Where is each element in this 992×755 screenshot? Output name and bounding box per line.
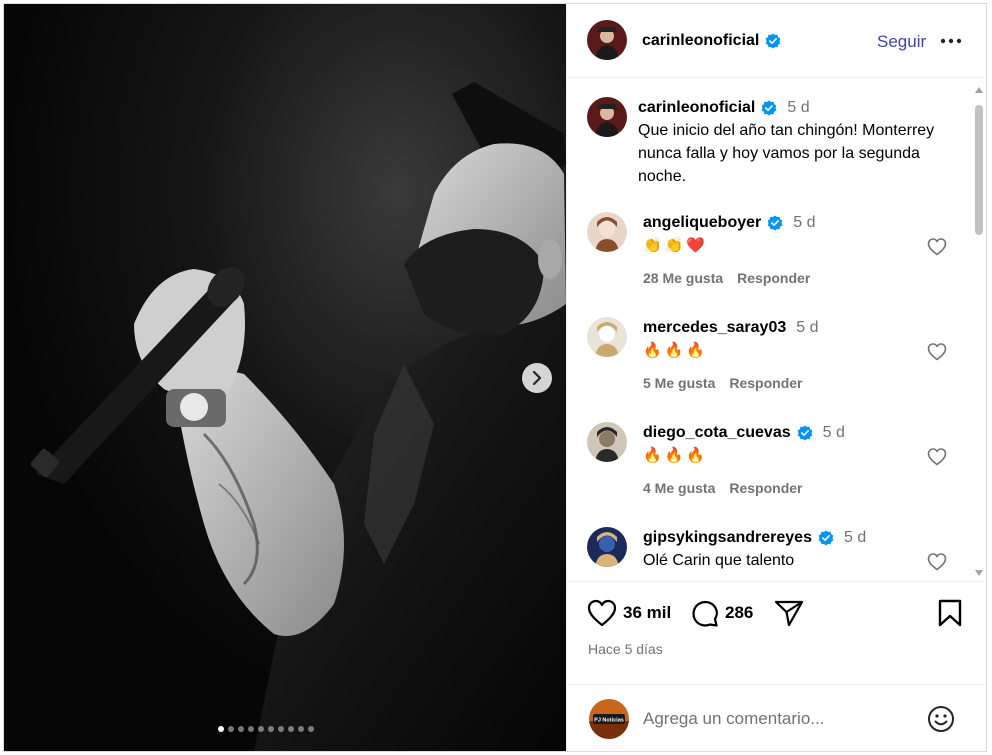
carousel-dot [218, 726, 224, 732]
comment-time[interactable]: 5 d [793, 214, 815, 232]
follow-button[interactable]: Seguir [877, 32, 926, 52]
commenter-username[interactable]: gipsykingsandrereyes [643, 529, 812, 547]
caption-text: Que inicio del año tan chingón! Monterre… [638, 122, 935, 185]
comment-item: angeliqueboyer 5 d 👏👏❤️ 28 Me gusta Resp… [587, 212, 957, 312]
scroll-up-arrow-icon[interactable] [974, 85, 984, 95]
comments-count[interactable]: 286 [725, 603, 753, 623]
comment-item: mercedes_saray03 5 d 🔥🔥🔥 5 Me gusta Resp… [587, 317, 957, 417]
bookmark-icon[interactable] [938, 599, 962, 627]
caption-time[interactable]: 5 d [787, 99, 809, 117]
verified-badge-icon [797, 425, 812, 441]
carousel-dot [248, 726, 254, 732]
comment-likes[interactable]: 5 Me gusta [643, 375, 715, 391]
verified-badge-icon [762, 100, 777, 116]
verified-badge-icon [818, 530, 834, 546]
comment-text: 👏👏❤️ [643, 237, 709, 254]
chevron-right-icon [532, 371, 542, 385]
comment-like-heart-icon[interactable] [927, 552, 947, 572]
comment-meta: 4 Me gusta Responder [643, 480, 802, 496]
avatar-brand-text: PJ Noticias [594, 718, 624, 724]
author-username[interactable]: carinleonoficial [642, 32, 781, 50]
add-comment-bar: PJ Noticias [567, 684, 986, 751]
comment-meta: 28 Me gusta Responder [643, 270, 810, 286]
commenter-username[interactable]: angeliqueboyer [643, 214, 761, 232]
commenter-avatar[interactable] [587, 212, 627, 252]
comment-like-heart-icon[interactable] [927, 447, 947, 467]
author-username-text[interactable]: carinleonoficial [642, 32, 759, 50]
scroll-down-arrow-icon[interactable] [974, 568, 984, 578]
caption-head: carinleonoficial 5 d [638, 99, 958, 117]
carousel-dot [268, 726, 274, 732]
carousel-dot [298, 726, 304, 732]
comment-like-heart-icon[interactable] [927, 237, 947, 257]
heart-icon[interactable] [587, 599, 617, 627]
comment-body: gipsykingsandrereyes 5 d Olé Carin que t… [643, 529, 923, 571]
post-side-panel: carinleonoficial Seguir carinleonoficial… [566, 4, 986, 751]
post-header: carinleonoficial Seguir [567, 4, 986, 78]
commenter-username[interactable]: mercedes_saray03 [643, 319, 786, 337]
commenter-avatar[interactable] [587, 527, 627, 567]
carousel-dot [288, 726, 294, 732]
caption-username[interactable]: carinleonoficial [638, 99, 755, 117]
post-dialog: carinleonoficial Seguir carinleonoficial… [3, 3, 987, 752]
comment-likes[interactable]: 4 Me gusta [643, 480, 715, 496]
carousel-dot [308, 726, 314, 732]
comments-list[interactable]: carinleonoficial 5 d Que inicio del año … [567, 79, 986, 582]
comment-text: 🔥🔥🔥 [643, 342, 709, 359]
carousel-dot [238, 726, 244, 732]
commenter-avatar[interactable] [587, 422, 627, 462]
comment-time[interactable]: 5 d [844, 529, 866, 547]
carousel-dot [228, 726, 234, 732]
comment-likes[interactable]: 28 Me gusta [643, 270, 723, 286]
carousel-indicator [218, 726, 314, 732]
comments-scrollbar[interactable] [972, 83, 986, 578]
reply-button[interactable]: Responder [729, 375, 802, 391]
likes-count[interactable]: 36 mil [623, 603, 671, 623]
comment-action[interactable]: 286 [691, 599, 753, 627]
comment-time[interactable]: 5 d [823, 424, 845, 442]
caption-body: carinleonoficial 5 d Que inicio del año … [638, 99, 958, 188]
comment-bubble-icon[interactable] [691, 599, 719, 627]
like-action[interactable]: 36 mil [587, 599, 671, 627]
reply-button[interactable]: Responder [737, 270, 810, 286]
comment-head: angeliqueboyer 5 d [643, 214, 923, 232]
comment-item: gipsykingsandrereyes 5 d Olé Carin que t… [587, 527, 957, 581]
posted-time[interactable]: Hace 5 días [588, 641, 663, 657]
save-action[interactable] [938, 599, 962, 627]
comment-body: angeliqueboyer 5 d 👏👏❤️ [643, 214, 923, 256]
caption-author-avatar[interactable] [587, 97, 627, 137]
comment-text: Olé Carin que talento [643, 552, 795, 569]
comment-input[interactable] [643, 705, 893, 733]
comment-head: gipsykingsandrereyes 5 d [643, 529, 923, 547]
carousel-dot [258, 726, 264, 732]
comment-like-heart-icon[interactable] [927, 342, 947, 362]
more-options-icon[interactable] [939, 34, 963, 48]
emoji-smiley-icon[interactable] [927, 705, 955, 733]
comment-time[interactable]: 5 d [796, 319, 818, 337]
comment-head: diego_cota_cuevas 5 d [643, 424, 923, 442]
post-media[interactable] [4, 4, 566, 751]
comment-head: mercedes_saray03 5 d [643, 319, 923, 337]
share-paper-plane-icon[interactable] [774, 599, 804, 627]
scrollbar-thumb[interactable] [975, 105, 983, 235]
comment-item: diego_cota_cuevas 5 d 🔥🔥🔥 4 Me gusta Res… [587, 422, 957, 522]
verified-badge-icon [767, 215, 783, 231]
share-action[interactable] [774, 599, 804, 627]
comment-meta: 5 Me gusta Responder [643, 375, 802, 391]
commenter-username[interactable]: diego_cota_cuevas [643, 424, 791, 442]
current-user-avatar: PJ Noticias [589, 699, 629, 739]
commenter-avatar[interactable] [587, 317, 627, 357]
comment-text: 🔥🔥🔥 [643, 447, 709, 464]
post-photo [4, 4, 566, 751]
comment-body: diego_cota_cuevas 5 d 🔥🔥🔥 [643, 424, 923, 466]
reply-button[interactable]: Responder [729, 480, 802, 496]
carousel-dot [278, 726, 284, 732]
carousel-next-button[interactable] [522, 363, 552, 393]
comment-body: mercedes_saray03 5 d 🔥🔥🔥 [643, 319, 923, 361]
verified-badge-icon [766, 33, 781, 49]
post-actions: 36 mil 286 [567, 599, 986, 639]
author-avatar[interactable] [587, 20, 627, 60]
